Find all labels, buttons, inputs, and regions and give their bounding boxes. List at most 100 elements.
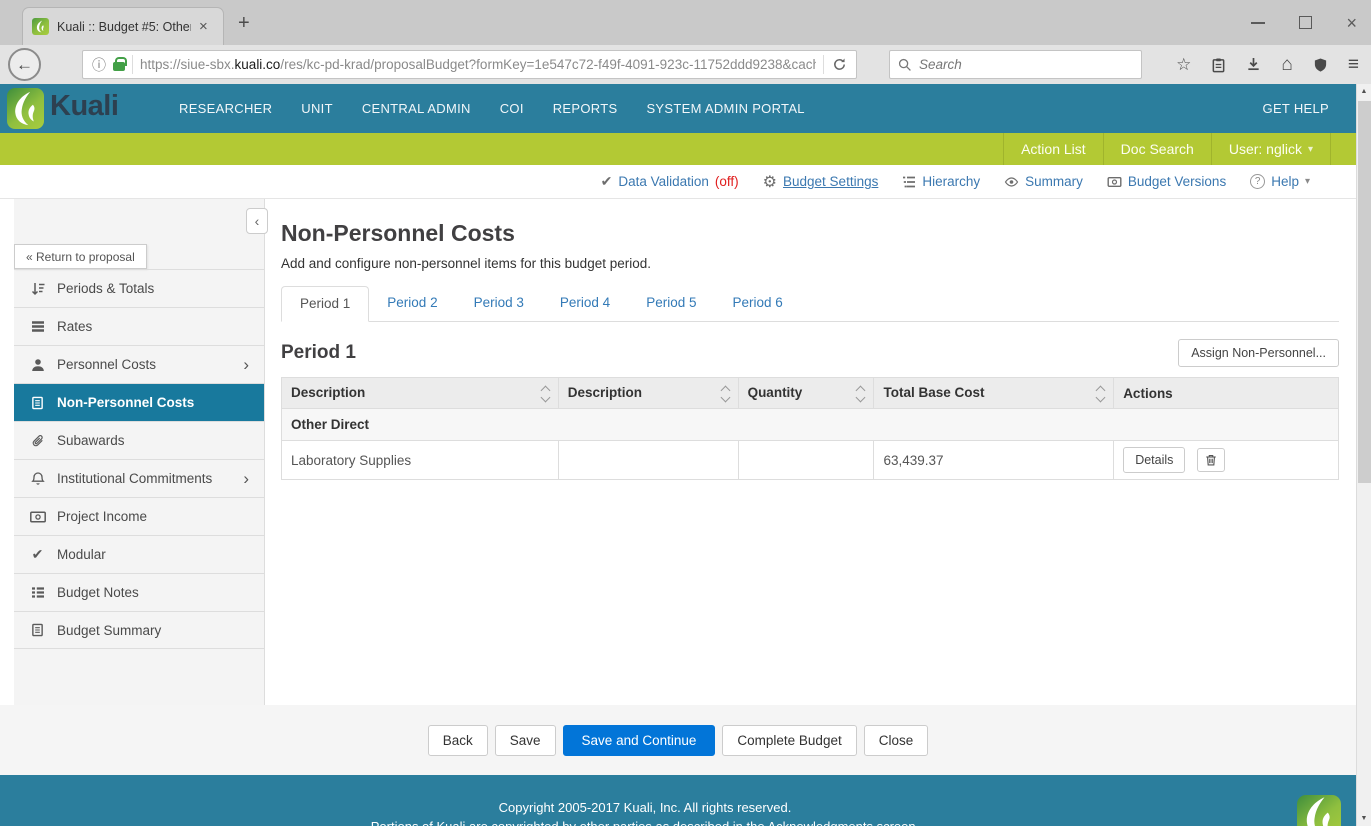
summary-link[interactable]: Summary (1004, 174, 1083, 189)
sort-icon[interactable] (722, 387, 729, 401)
sidebar-item-personnel-costs[interactable]: Personnel Costs › (14, 345, 264, 383)
cell-quantity (738, 441, 874, 480)
clipboard-icon[interactable] (1211, 57, 1226, 73)
downloads-icon[interactable] (1246, 57, 1261, 72)
shield-icon[interactable] (1313, 57, 1328, 73)
new-tab-button[interactable]: + (238, 13, 250, 33)
sort-icon[interactable] (1097, 387, 1104, 401)
minimize-icon[interactable] (1251, 22, 1265, 24)
return-to-proposal-button[interactable]: « Return to proposal (14, 244, 147, 269)
budget-settings-link[interactable]: ⚙ Budget Settings (763, 172, 879, 192)
tab-period-4[interactable]: Period 4 (542, 286, 628, 322)
user-menu[interactable]: User: nglick ▾ (1211, 133, 1330, 165)
doc-search-link[interactable]: Doc Search (1103, 133, 1211, 165)
sidebar-collapse-button[interactable]: ‹ (246, 208, 268, 234)
search-input[interactable] (919, 57, 1133, 72)
data-validation-link[interactable]: ✔ Data Validation (off) (601, 173, 739, 190)
home-icon[interactable]: ⌂ (1281, 55, 1292, 74)
hierarchy-link[interactable]: Hierarchy (902, 174, 980, 189)
sort-amount-icon (29, 281, 46, 296)
nav-coi[interactable]: COI (500, 101, 524, 116)
cell-actions: Details (1114, 441, 1339, 480)
sidebar-item-modular[interactable]: ✔ Modular (14, 535, 264, 573)
url-field[interactable]: ⓘ https://siue-sbx.kuali.co/res/kc-pd-kr… (82, 50, 857, 79)
get-help-link[interactable]: GET HELP (1263, 84, 1329, 133)
close-icon[interactable]: × (1346, 14, 1357, 32)
bookmark-star-icon[interactable]: ☆ (1176, 56, 1191, 73)
sidebar-item-institutional-commitments[interactable]: Institutional Commitments › (14, 459, 264, 497)
sidebar-item-subawards[interactable]: Subawards (14, 421, 264, 459)
portal-bar: Action List Doc Search User: nglick ▾ (0, 133, 1356, 165)
footer-text: Copyright 2005-2017 Kuali, Inc. All righ… (0, 800, 1323, 826)
scrollbar-down-arrow[interactable]: ▼ (1357, 815, 1371, 822)
acknowledgments-link[interactable]: Acknowledgments screen (767, 819, 915, 826)
form-action-bar: Back Save Save and Continue Complete Bud… (0, 705, 1356, 775)
budget-versions-link[interactable]: Budget Versions (1107, 174, 1226, 189)
assign-non-personnel-button[interactable]: Assign Non-Personnel... (1178, 339, 1339, 367)
col-header-description-2[interactable]: Description (558, 378, 738, 409)
nav-researcher[interactable]: RESEARCHER (179, 101, 272, 116)
close-button[interactable]: Close (864, 725, 929, 756)
tab-period-5[interactable]: Period 5 (628, 286, 714, 322)
copyright-line: Copyright 2005-2017 Kuali, Inc. All righ… (0, 800, 1323, 815)
save-and-continue-button[interactable]: Save and Continue (563, 725, 716, 756)
nav-unit[interactable]: UNIT (301, 101, 333, 116)
group-label: Other Direct (282, 409, 1339, 441)
table-header-row: Description Description Quantity Total B… (282, 378, 1339, 409)
save-button[interactable]: Save (495, 725, 556, 756)
url-text[interactable]: https://siue-sbx.kuali.co/res/kc-pd-krad… (140, 57, 816, 72)
complete-budget-button[interactable]: Complete Budget (722, 725, 856, 756)
delete-button[interactable] (1197, 448, 1225, 472)
action-list-link[interactable]: Action List (1003, 133, 1103, 165)
back-button[interactable]: Back (428, 725, 488, 756)
menu-hamburger-icon[interactable]: ≡ (1348, 55, 1359, 74)
tab-period-2[interactable]: Period 2 (369, 286, 455, 322)
page-info-icon[interactable]: ⓘ (92, 55, 106, 75)
sidebar-item-non-personnel-costs[interactable]: Non-Personnel Costs (14, 383, 264, 421)
sidebar-item-label: Personnel Costs (57, 357, 156, 372)
data-validation-label: Data Validation (618, 174, 709, 189)
sidebar-item-label: Subawards (57, 433, 125, 448)
page-scrollbar[interactable]: ▲ ▼ (1356, 84, 1371, 826)
check-icon: ✔ (29, 547, 46, 562)
sidebar-item-budget-summary[interactable]: Budget Summary (14, 611, 264, 649)
col-header-description[interactable]: Description (282, 378, 559, 409)
sidebar-item-rates[interactable]: Rates (14, 307, 264, 345)
app-footer: Copyright 2005-2017 Kuali, Inc. All righ… (0, 775, 1356, 826)
tab-close-icon[interactable]: × (199, 19, 208, 34)
sidebar-item-budget-notes[interactable]: Budget Notes (14, 573, 264, 611)
maximize-icon[interactable] (1299, 16, 1312, 29)
sort-icon[interactable] (542, 387, 549, 401)
reload-button[interactable] (823, 55, 847, 74)
scrollbar-thumb[interactable] (1358, 101, 1371, 483)
bars-icon (29, 319, 46, 334)
search-box[interactable] (889, 50, 1142, 79)
tab-period-1[interactable]: Period 1 (281, 286, 369, 322)
sidebar-item-label: Periods & Totals (57, 281, 154, 296)
sidebar-item-label: Project Income (57, 509, 147, 524)
sidebar-item-periods-totals[interactable]: Periods & Totals (14, 269, 264, 307)
browser-toolbar-icons: ☆ ⌂ ≡ (1176, 45, 1359, 84)
nav-central-admin[interactable]: CENTRAL ADMIN (362, 101, 471, 116)
sidebar-item-label: Institutional Commitments (57, 471, 212, 486)
budget-settings-label: Budget Settings (783, 174, 878, 189)
url-domain: kuali.co (235, 57, 281, 72)
browser-tab[interactable]: Kuali :: Budget #5: Other Bud × (22, 7, 224, 45)
sidebar-item-project-income[interactable]: Project Income (14, 497, 264, 535)
col-header-quantity[interactable]: Quantity (738, 378, 874, 409)
nav-system-admin-portal[interactable]: SYSTEM ADMIN PORTAL (646, 101, 804, 116)
help-menu[interactable]: ? Help ▾ (1250, 174, 1310, 189)
scrollbar-up-arrow[interactable]: ▲ (1357, 88, 1371, 95)
tab-period-3[interactable]: Period 3 (456, 286, 542, 322)
main-content: Non-Personnel Costs Add and configure no… (281, 199, 1339, 480)
lock-icon[interactable] (113, 62, 125, 71)
page-subtitle: Add and configure non-personnel items fo… (281, 256, 1339, 271)
col-header-total-base-cost[interactable]: Total Base Cost (874, 378, 1114, 409)
back-button[interactable]: ← (8, 48, 41, 81)
sort-icon[interactable] (857, 387, 864, 401)
brand-wordmark[interactable]: Kuali (50, 90, 118, 123)
nav-reports[interactable]: REPORTS (553, 101, 618, 116)
user-caret-down-icon: ▾ (1308, 134, 1313, 165)
details-button[interactable]: Details (1123, 447, 1185, 473)
tab-period-6[interactable]: Period 6 (714, 286, 800, 322)
